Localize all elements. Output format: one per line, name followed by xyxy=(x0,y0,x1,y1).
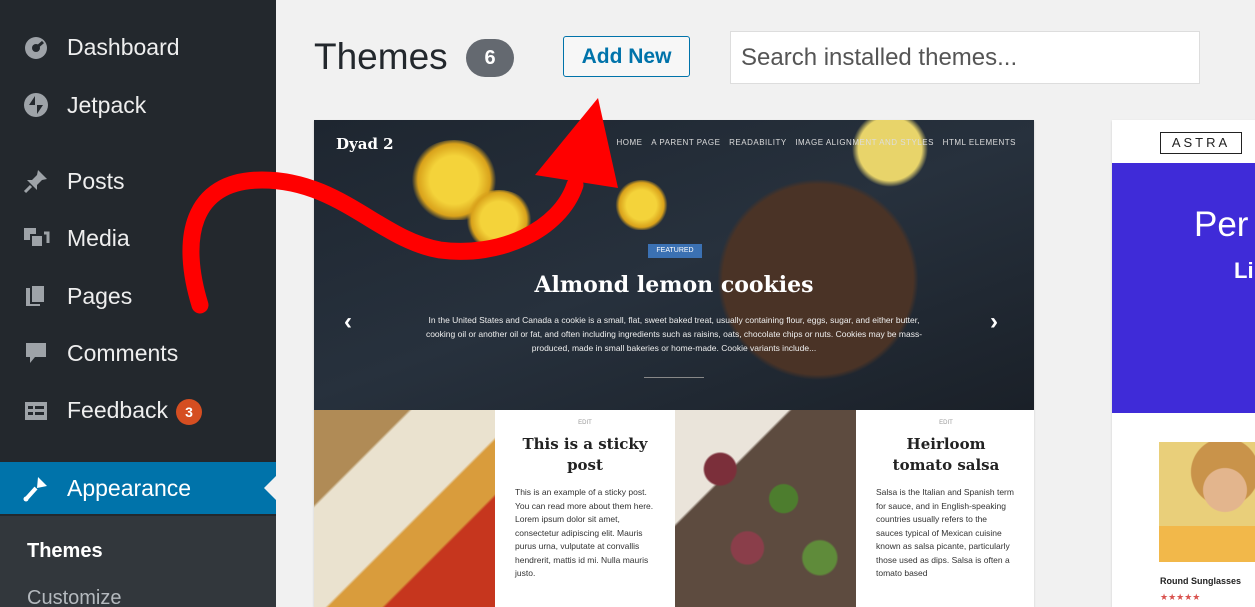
comment-icon xyxy=(22,339,50,367)
post-thumbnail-tomatoes xyxy=(675,410,856,607)
pages-icon xyxy=(22,282,50,310)
theme-nav: HOME A PARENT PAGE READABILITY IMAGE ALI… xyxy=(611,138,1017,147)
theme-site-title: Dyad 2 xyxy=(336,135,394,153)
post-title: Heirloom tomato salsa xyxy=(892,435,1000,474)
search-themes-input[interactable] xyxy=(730,31,1200,84)
active-indicator xyxy=(264,476,276,500)
submenu-item-themes[interactable]: Themes xyxy=(27,540,103,563)
jetpack-icon xyxy=(22,91,50,119)
theme-count-badge: 6 xyxy=(466,39,514,77)
salsa-post: EDIT Heirloom tomato salsa Salsa is the … xyxy=(856,410,1034,607)
media-icon xyxy=(22,224,50,252)
featured-label: FEATURED xyxy=(648,244,702,258)
notification-badge: 3 xyxy=(176,398,203,425)
astra-product-caption: Round Sunglasses xyxy=(1160,576,1242,586)
sidebar-item-label: Jetpack xyxy=(67,91,147,118)
appearance-submenu: Themes Customize xyxy=(0,516,276,607)
post-title: This is a sticky post xyxy=(522,435,648,474)
hero-title: Almond lemon cookies xyxy=(534,272,814,298)
flower-shape xyxy=(614,180,669,230)
brush-icon xyxy=(22,474,50,502)
sidebar-item-media[interactable]: Media xyxy=(0,212,276,264)
feedback-icon xyxy=(22,397,50,425)
sidebar-item-label: Appearance xyxy=(67,474,192,501)
divider xyxy=(644,377,704,378)
sidebar-item-label: Posts xyxy=(67,167,125,194)
theme-nav-item: HTML ELEMENTS xyxy=(942,138,1016,147)
sidebar-item-dashboard[interactable]: Dashboard xyxy=(0,21,276,73)
astra-logo: ASTRA xyxy=(1160,132,1242,154)
pin-icon xyxy=(22,167,50,195)
sidebar-item-comments[interactable]: Comments xyxy=(0,327,276,379)
sidebar-item-appearance[interactable]: Appearance xyxy=(0,462,276,514)
sidebar-item-label: Comments xyxy=(67,339,179,366)
hero-text: In the United States and Canada a cookie… xyxy=(425,315,923,353)
theme-nav-item: READABILITY xyxy=(729,138,787,147)
page-title: Themes xyxy=(314,36,448,77)
theme-nav-item: HOME xyxy=(616,138,643,147)
sidebar-item-feedback[interactable]: Feedback 3 xyxy=(0,385,276,437)
rating-stars-icon: ★★★★★ xyxy=(1160,592,1201,602)
astra-hero-subheading: Li xyxy=(1234,258,1254,283)
post-excerpt: Salsa is the Italian and Spanish term fo… xyxy=(876,487,1014,578)
theme-card-dyad[interactable]: Dyad 2 HOME A PARENT PAGE READABILITY IM… xyxy=(314,120,1034,607)
sidebar-item-label: Pages xyxy=(67,282,133,309)
edit-link: EDIT xyxy=(578,420,592,426)
sidebar-item-label-wrap: Feedback 3 xyxy=(67,397,203,425)
astra-hero xyxy=(1112,163,1255,413)
next-arrow-icon: › xyxy=(990,308,998,335)
theme-card-astra[interactable]: ASTRA Per Li Round Sunglasses ★★★★★ xyxy=(1112,120,1255,607)
sidebar-item-label: Feedback xyxy=(67,397,169,424)
submenu-item-customize[interactable]: Customize xyxy=(27,587,121,607)
theme-nav-item: IMAGE ALIGNMENT AND STYLES xyxy=(795,138,934,147)
edit-link: EDIT xyxy=(939,420,953,426)
sidebar-item-posts[interactable]: Posts xyxy=(0,155,276,207)
sidebar-item-label: Dashboard xyxy=(67,33,180,60)
sidebar-item-pages[interactable]: Pages xyxy=(0,270,276,322)
theme-hero-image xyxy=(314,120,1034,410)
astra-product-photo xyxy=(1159,442,1255,562)
flower-shape xyxy=(464,190,534,250)
admin-sidebar: Dashboard Jetpack Posts Media Pages Comm… xyxy=(0,0,276,607)
prev-arrow-icon: ‹ xyxy=(344,308,352,335)
astra-hero-heading: Per xyxy=(1194,205,1249,244)
post-thumbnail-food xyxy=(314,410,495,607)
post-excerpt: This is an example of a sticky post. You… xyxy=(515,487,654,578)
sticky-post: EDIT This is a sticky post This is an ex… xyxy=(495,410,675,607)
sidebar-item-label: Media xyxy=(67,224,130,251)
theme-nav-item: A PARENT PAGE xyxy=(651,138,721,147)
dashboard-icon xyxy=(22,33,50,61)
sidebar-item-jetpack[interactable]: Jetpack xyxy=(0,79,276,131)
add-new-button[interactable]: Add New xyxy=(563,36,690,77)
